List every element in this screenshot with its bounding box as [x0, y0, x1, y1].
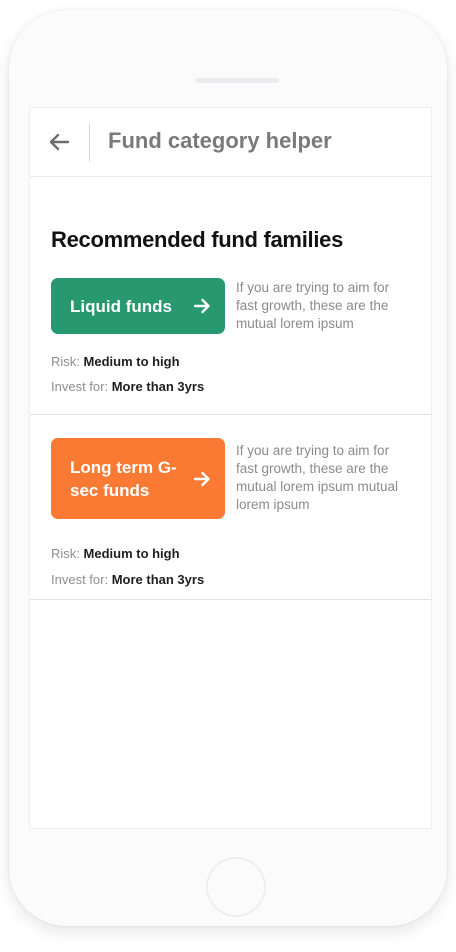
fund-card: Long term G-sec funds If you are trying …: [30, 415, 431, 600]
fund-card: Liquid funds If you are trying to aim fo…: [30, 278, 431, 415]
risk-info: Risk: Medium to high: [51, 546, 180, 561]
header-bar: Fund category helper: [30, 108, 431, 177]
fund-button-label: Liquid funds: [70, 296, 172, 316]
invest-info: Invest for: More than 3yrs: [51, 379, 204, 394]
arrow-right-icon: [193, 298, 210, 314]
fund-description: If you are trying to aim for fast growth…: [236, 280, 390, 331]
arrow-left-icon: [49, 133, 70, 151]
fund-description: If you are trying to aim for fast growth…: [236, 443, 399, 512]
risk-value: Medium to high: [83, 546, 180, 561]
app-screen: Fund category helper Recommended fund fa…: [29, 107, 432, 829]
risk-label: Risk:: [51, 546, 80, 561]
invest-info: Invest for: More than 3yrs: [51, 572, 204, 587]
risk-value: Medium to high: [83, 354, 180, 369]
back-button[interactable]: [42, 125, 76, 159]
invest-value: More than 3yrs: [111, 572, 205, 587]
header-divider: [89, 124, 90, 162]
long-term-gsec-funds-button[interactable]: Long term G-sec funds: [51, 438, 225, 519]
invest-label: Invest for:: [51, 379, 109, 394]
phone-speaker: [195, 78, 279, 83]
section-title: Recommended fund families: [51, 227, 344, 252]
page-title: Fund category helper: [108, 128, 332, 153]
risk-info: Risk: Medium to high: [51, 354, 180, 369]
invest-label: Invest for:: [51, 572, 109, 587]
liquid-funds-button[interactable]: Liquid funds: [51, 278, 225, 334]
invest-value: More than 3yrs: [111, 379, 205, 394]
home-button[interactable]: [206, 857, 266, 917]
fund-button-label: Long term G-sec funds: [70, 457, 177, 500]
arrow-right-icon: [193, 471, 210, 486]
risk-label: Risk:: [51, 354, 80, 369]
